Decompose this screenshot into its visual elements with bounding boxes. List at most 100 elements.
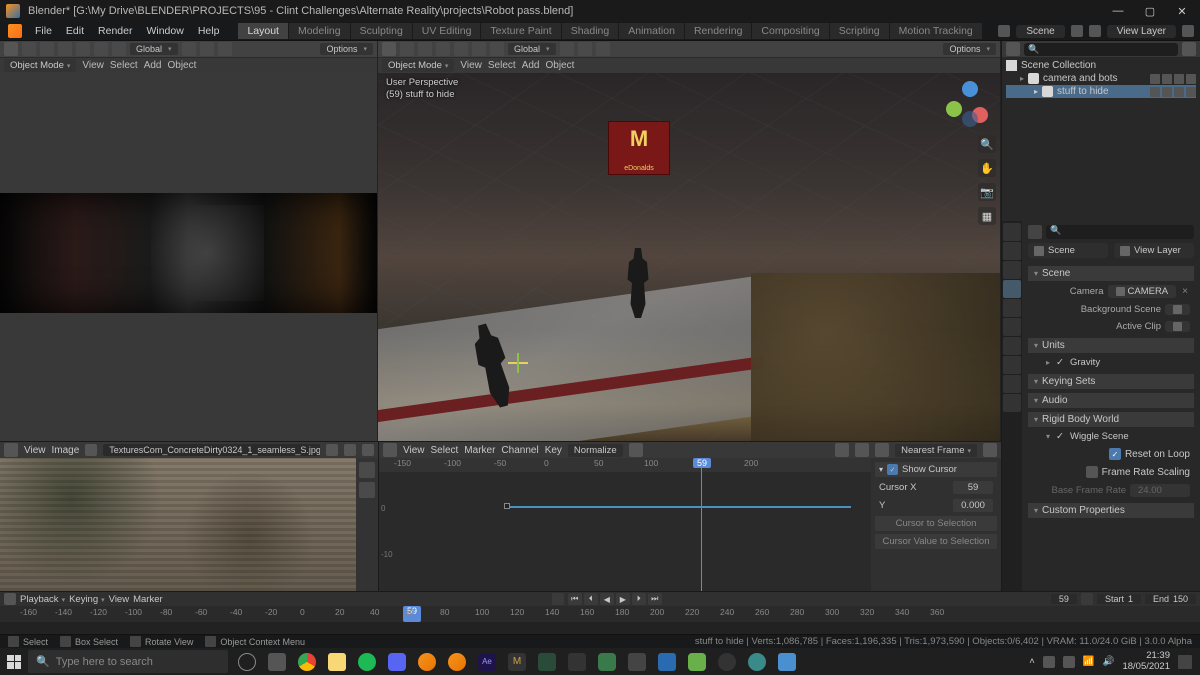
filter-icon[interactable] (1182, 42, 1196, 56)
camera-view-icon[interactable]: 📷 (978, 183, 996, 201)
start-frame-field[interactable]: Start1 (1097, 594, 1141, 604)
editor-type-icon[interactable] (4, 593, 16, 605)
menu-marker[interactable]: Marker (133, 594, 163, 605)
menu-help[interactable]: Help (191, 25, 227, 37)
mode-dropdown[interactable]: Object Mode (4, 59, 76, 72)
perspective-toggle-icon[interactable]: ▦ (978, 207, 996, 225)
expand-icon[interactable]: ▸ (1034, 87, 1038, 96)
tab-compositing[interactable]: Compositing (752, 23, 829, 39)
menu-add[interactable]: Add (144, 60, 162, 71)
app-caret-icon[interactable] (622, 648, 652, 675)
keyframe-icon[interactable] (504, 503, 510, 509)
editor-type-icon[interactable] (383, 443, 397, 457)
show-cursor-panel[interactable]: ▾✓Show Cursor (875, 462, 997, 477)
cursor-tool-icon[interactable] (400, 42, 414, 56)
right-viewport-canvas[interactable]: eDonalds User Perspective (59) stuff to … (378, 73, 1000, 441)
tab-modifier-icon[interactable] (1003, 337, 1021, 355)
image-name-field[interactable]: TexturesCom_ConcreteDirty0324_1_seamless… (103, 444, 320, 456)
hide-icon[interactable] (1162, 87, 1172, 97)
end-frame-field[interactable]: End150 (1145, 594, 1196, 604)
app-green2-icon[interactable] (592, 648, 622, 675)
viewlayer-icon[interactable] (1089, 25, 1101, 37)
exclude-icon[interactable] (1150, 87, 1160, 97)
tray-icon[interactable] (1043, 656, 1055, 668)
expand-icon[interactable]: ▸ (1020, 74, 1024, 83)
outliner-item-camera-and-bots[interactable]: ▸ camera and bots (1006, 72, 1196, 85)
tab-scripting[interactable]: Scripting (830, 23, 890, 39)
render-icon[interactable] (1186, 74, 1196, 84)
graph-playhead[interactable] (701, 458, 702, 591)
menu-file[interactable]: File (28, 25, 59, 37)
active-clip-field[interactable] (1165, 321, 1190, 332)
volume-icon[interactable]: 🔊 (1103, 656, 1115, 667)
viewlayer-button[interactable]: View Layer (1114, 243, 1194, 258)
tab-texture-paint[interactable]: Texture Paint (481, 23, 561, 39)
play-icon[interactable]: ▶ (616, 593, 630, 605)
tab-viewlayer-icon[interactable] (1003, 261, 1021, 279)
proportional-icon[interactable] (218, 42, 232, 56)
snap-icon4[interactable] (490, 42, 504, 56)
panel-keying-sets[interactable]: Keying Sets (1028, 374, 1194, 389)
disable-icon[interactable] (1174, 74, 1184, 84)
panel-rigid-body[interactable]: Rigid Body World (1028, 412, 1194, 427)
select-tool-icon[interactable] (418, 42, 432, 56)
panel-units[interactable]: Units (1028, 338, 1194, 353)
tab-rendering[interactable]: Rendering (685, 23, 752, 39)
editor-type-icon[interactable] (382, 42, 396, 56)
tray-chevron-icon[interactable]: ˄ (1029, 656, 1035, 667)
graph-canvas[interactable]: -150-100-50050100150200 59 0 -10 (379, 458, 871, 591)
menu-select[interactable]: Select (488, 60, 516, 71)
tab-render-icon[interactable] (1003, 223, 1021, 241)
explorer-icon[interactable] (322, 648, 352, 675)
menu-view[interactable]: View (82, 60, 104, 71)
menu-object[interactable]: Object (167, 60, 196, 71)
panel-gravity[interactable]: ▸✓Gravity (1028, 355, 1194, 370)
viewlayer-new-icon[interactable] (1182, 25, 1194, 37)
tab-output-icon[interactable] (1003, 242, 1021, 260)
discord-icon[interactable] (382, 648, 412, 675)
gravity-checkbox[interactable]: ✓ (1056, 357, 1064, 368)
show-cursor-checkbox[interactable]: ✓ (887, 464, 898, 475)
axis-z-icon[interactable] (962, 81, 978, 97)
snap-toggle-icon[interactable] (578, 42, 592, 56)
zoom-tool-icon[interactable]: 🔍 (978, 135, 996, 153)
menu-view[interactable]: View (24, 445, 46, 456)
panel-scene[interactable]: Scene (1028, 266, 1194, 281)
timeline-track[interactable] (0, 622, 1200, 633)
tray-icon[interactable] (1063, 656, 1075, 668)
app-green3-icon[interactable] (682, 648, 712, 675)
jump-start-icon[interactable]: ⏮ (568, 593, 582, 605)
camera-field[interactable]: CAMERA (1108, 285, 1177, 298)
image-canvas[interactable] (0, 458, 356, 591)
menu-marker[interactable]: Marker (464, 445, 495, 456)
chrome-icon[interactable] (292, 648, 322, 675)
ghost-icon[interactable] (629, 443, 643, 457)
app-dark-icon[interactable] (562, 648, 592, 675)
viewlayer-field[interactable]: View Layer (1107, 25, 1176, 38)
proportional-icon[interactable] (875, 443, 889, 457)
tab-uv-editing[interactable]: UV Editing (413, 23, 482, 39)
pan-icon[interactable] (359, 482, 375, 498)
snap-icon4[interactable] (112, 42, 126, 56)
render-icon[interactable] (1186, 87, 1196, 97)
minimize-button[interactable]: — (1106, 3, 1130, 19)
snap-icon[interactable] (436, 42, 450, 56)
task-view-icon[interactable] (262, 648, 292, 675)
clock[interactable]: 21:39 18/05/2021 (1122, 651, 1170, 672)
left-viewport-canvas[interactable] (0, 73, 377, 441)
autokey-icon[interactable] (552, 593, 564, 605)
tab-sculpting[interactable]: Sculpting (351, 23, 413, 39)
outliner-scene-collection[interactable]: Scene Collection (1006, 59, 1196, 72)
menu-render[interactable]: Render (91, 25, 139, 37)
close-button[interactable]: ✕ (1170, 3, 1194, 19)
snap-icon[interactable] (58, 42, 72, 56)
unlink-icon[interactable] (326, 444, 338, 456)
spotify-icon[interactable] (352, 648, 382, 675)
jump-end-icon[interactable]: ⏭ (648, 593, 662, 605)
app-octane-icon[interactable] (712, 648, 742, 675)
tab-particles-icon[interactable] (1003, 356, 1021, 374)
menu-select[interactable]: Select (431, 445, 459, 456)
menu-view[interactable]: View (460, 60, 482, 71)
menu-channel[interactable]: Channel (501, 445, 538, 456)
menu-select[interactable]: Select (110, 60, 138, 71)
